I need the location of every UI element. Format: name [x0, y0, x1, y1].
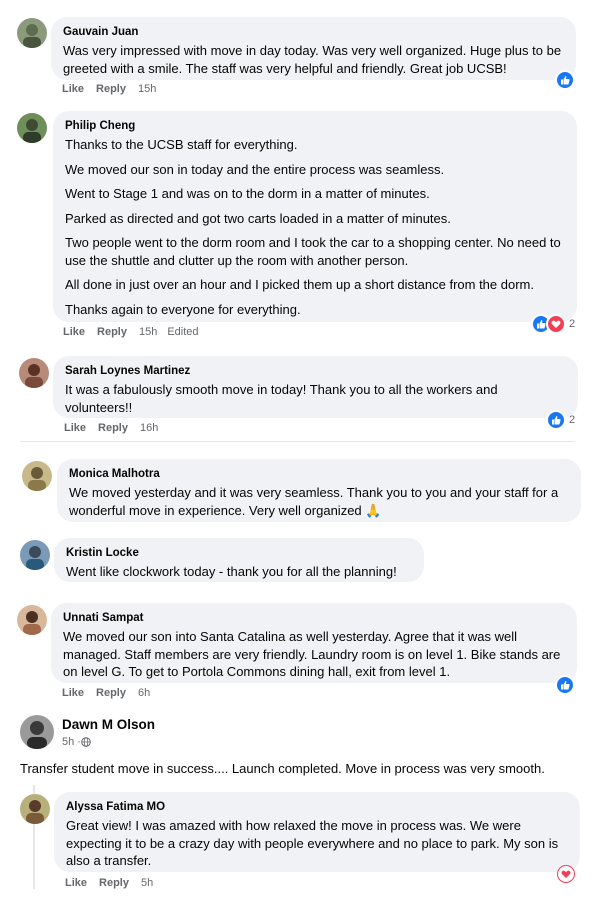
timestamp[interactable]: 6h	[138, 687, 150, 699]
reply-button[interactable]: Reply	[99, 877, 129, 889]
love-reaction-icon	[546, 314, 566, 334]
avatar[interactable]	[17, 18, 47, 48]
edited-label: Edited	[167, 326, 199, 338]
like-button[interactable]: Like	[62, 83, 84, 95]
comment-paragraph: Thanks to the UCSB staff for everything.	[65, 137, 298, 152]
reaction-count: 2	[569, 318, 576, 330]
avatar[interactable]	[22, 461, 52, 491]
globe-icon	[81, 737, 91, 747]
avatar[interactable]	[17, 113, 47, 143]
reply-button[interactable]: Reply	[96, 83, 126, 95]
comment-paragraph: Parked as directed and got two carts loa…	[65, 210, 451, 226]
reaction-summary[interactable]	[557, 864, 575, 884]
pray-emoji-icon: 🙏	[365, 502, 382, 518]
comment-author[interactable]: Unnati Sampat	[63, 611, 565, 626]
timestamp[interactable]: 5h	[141, 877, 153, 889]
reaction-count: 2	[569, 414, 576, 426]
like-button[interactable]: Like	[62, 687, 84, 699]
comment-bubble: Monica Malhotra We moved yesterday and i…	[57, 459, 581, 522]
reaction-summary[interactable]	[555, 70, 575, 90]
post-avatar[interactable]	[20, 715, 54, 749]
comment-text: Was very impressed with move in day toda…	[63, 43, 562, 76]
post-author[interactable]: Dawn M Olson	[62, 716, 155, 733]
reply-button[interactable]: Reply	[96, 687, 126, 699]
comment-actions: Like Reply 15h	[62, 82, 166, 96]
comment-actions: Like Reply 15h Edited	[63, 325, 209, 339]
like-reaction-icon	[555, 70, 575, 90]
comment-bubble: Kristin Locke Went like clockwork today …	[54, 538, 424, 582]
reply-button[interactable]: Reply	[97, 326, 127, 338]
post-text: Transfer student move in success.... Lau…	[20, 761, 545, 776]
comment-paragraph: Thanks again to everyone for everything.	[65, 301, 301, 317]
comment-author[interactable]: Philip Cheng	[65, 119, 565, 134]
comment-author[interactable]: Monica Malhotra	[69, 467, 569, 482]
comment-actions: Like Reply 6h	[62, 686, 160, 700]
comment-author[interactable]: Sarah Loynes Martinez	[65, 364, 566, 379]
reaction-summary[interactable]: 2	[531, 314, 575, 334]
like-button[interactable]: Like	[64, 422, 86, 434]
timestamp[interactable]: 15h	[139, 326, 157, 338]
post-timestamp[interactable]: 5h ·	[62, 735, 81, 749]
comment-author[interactable]: Kristin Locke	[66, 546, 412, 561]
avatar[interactable]	[20, 540, 50, 570]
comment-bubble: Sarah Loynes Martinez It was a fabulousl…	[53, 356, 578, 418]
reaction-summary[interactable]	[555, 675, 575, 695]
comment-paragraph: Went to Stage 1 and was on to the dorm i…	[65, 186, 430, 201]
reaction-summary[interactable]: 2	[546, 410, 575, 430]
reply-button[interactable]: Reply	[98, 422, 128, 434]
comment-text: We moved our son into Santa Catalina as …	[63, 629, 561, 679]
like-reaction-icon	[546, 410, 566, 430]
love-reaction-icon	[557, 865, 575, 883]
post-meta: 5h ·	[62, 735, 91, 749]
like-button[interactable]: Like	[63, 326, 85, 338]
comment-text: Great view! I was amazed with how relaxe…	[66, 818, 559, 868]
comment-actions: Like Reply 5h	[65, 876, 163, 890]
like-reaction-icon	[555, 675, 575, 695]
comment-paragraph: We moved our son in today and the entire…	[65, 161, 445, 177]
avatar[interactable]	[19, 358, 49, 388]
comment-bubble: Gauvain Juan Was very impressed with mov…	[51, 17, 576, 80]
like-button[interactable]: Like	[65, 877, 87, 889]
comment-paragraph: Two people went to the dorm room and I t…	[65, 235, 561, 268]
avatar[interactable]	[20, 794, 50, 824]
section-divider	[20, 441, 575, 442]
comment-text: It was a fabulously smooth move in today…	[65, 382, 498, 415]
comment-actions: Like Reply 16h	[64, 421, 168, 435]
comment-paragraph: All done in just over an hour and I pick…	[65, 277, 534, 292]
comment-bubble: Unnati Sampat We moved our son into Sant…	[51, 603, 577, 683]
comment-author[interactable]: Gauvain Juan	[63, 25, 564, 40]
avatar[interactable]	[17, 605, 47, 635]
comment-bubble: Philip Cheng Thanks to the UCSB staff fo…	[53, 111, 577, 322]
timestamp[interactable]: 15h	[138, 83, 156, 95]
comment-text: We moved yesterday and it was very seaml…	[69, 485, 559, 518]
comment-text: Went like clockwork today - thank you fo…	[66, 564, 397, 579]
comment-bubble: Alyssa Fatima MO Great view! I was amaze…	[54, 792, 580, 872]
comment-body: We moved yesterday and it was very seaml…	[69, 484, 569, 519]
comment-author[interactable]: Alyssa Fatima MO	[66, 800, 568, 815]
timestamp[interactable]: 16h	[140, 422, 158, 434]
